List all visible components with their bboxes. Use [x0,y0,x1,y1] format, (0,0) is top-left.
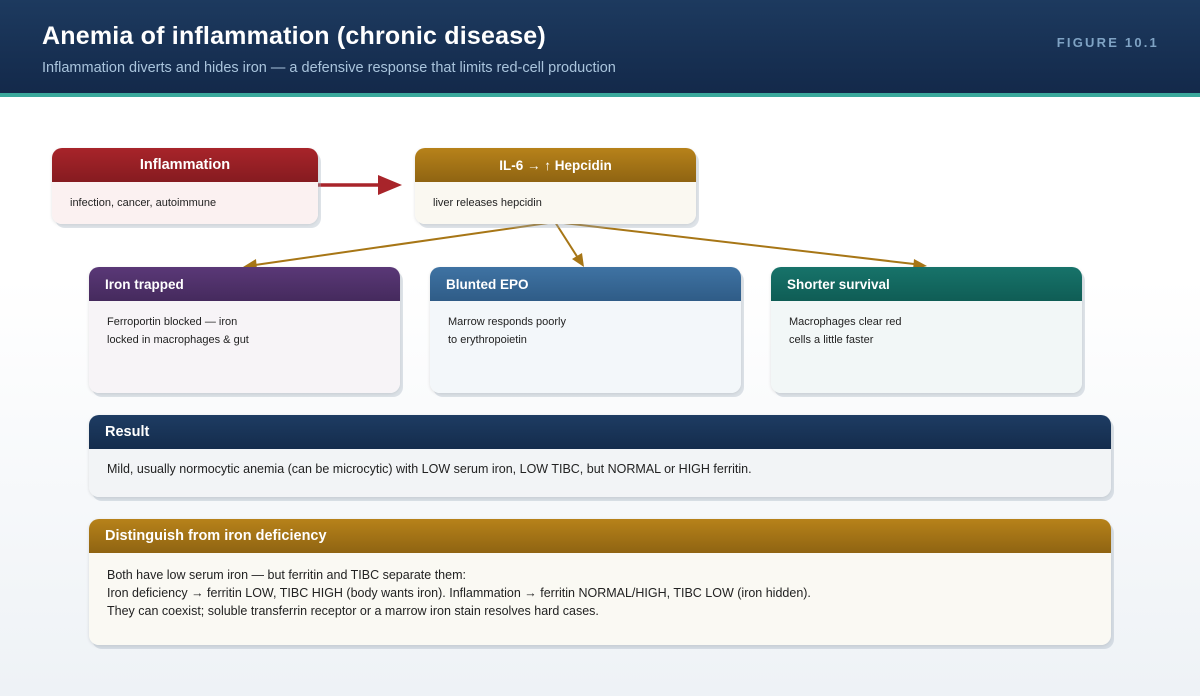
node-inflammation-title: Inflammation [52,148,318,182]
distinguish-panel: Distinguish from iron deficiency Both ha… [89,519,1111,645]
result-text: Mild, usually normocytic anemia (can be … [107,462,752,476]
distinguish-body: Both have low serum iron — but ferritin … [89,553,1111,645]
header-accent-rule [0,93,1200,97]
distinguish-line-2: Iron deficiency → ferritin LOW, TIBC HIG… [107,586,811,600]
node-shorter-survival: Shorter survival Macrophages clear red c… [771,267,1082,393]
node-inflammation-body: infection, cancer, autoimmune [52,182,318,224]
node-hepcidin: IL-6 → ↑ Hepcidin liver releases hepcidi… [415,148,696,224]
node-iron-trapped-line-1: Ferroportin blocked — iron [107,316,238,328]
arrow-inflammation-to-hepcidin [318,175,402,195]
node-iron-trapped: Iron trapped Ferroportin blocked — iron … [89,267,400,393]
header-banner: Anemia of inflammation (chronic disease)… [0,0,1200,93]
result-body: Mild, usually normocytic anemia (can be … [89,449,1111,497]
node-blunted-epo-line-1: Marrow responds poorly [448,316,566,328]
node-iron-trapped-line-2: locked in macrophages & gut [107,333,249,346]
arrow-hepcidin-to-blunted-epo [554,221,584,267]
node-blunted-epo: Blunted EPO Marrow responds poorly to er… [430,267,741,393]
result-title: Result [89,415,1111,449]
result-panel: Result Mild, usually normocytic anemia (… [89,415,1111,497]
node-shorter-survival-line-1: Macrophages clear red [789,316,902,328]
node-shorter-survival-line-2: cells a little faster [789,333,874,346]
page-title: Anemia of inflammation (chronic disease) [42,22,546,50]
node-hepcidin-text: liver releases hepcidin [433,197,542,209]
node-inflammation: Inflammation infection, cancer, autoimmu… [52,148,318,224]
node-hepcidin-body: liver releases hepcidin [415,182,696,224]
node-shorter-survival-title: Shorter survival [771,267,1082,301]
node-hepcidin-title: IL-6 → ↑ Hepcidin [415,148,696,182]
node-blunted-epo-title: Blunted EPO [430,267,741,301]
node-blunted-epo-line-2: to erythropoietin [448,333,527,346]
node-iron-trapped-body: Ferroportin blocked — iron locked in mac… [89,301,400,393]
node-iron-trapped-title: Iron trapped [89,267,400,301]
arrow-hepcidin-to-iron-trapped [243,221,556,270]
node-blunted-epo-body: Marrow responds poorly to erythropoietin [430,301,741,393]
distinguish-line-3: They can coexist; soluble transferrin re… [107,604,599,618]
distinguish-title: Distinguish from iron deficiency [89,519,1111,553]
node-inflammation-text: infection, cancer, autoimmune [70,197,217,209]
distinguish-line-1: Both have low serum iron — but ferritin … [107,568,466,582]
figure-label: FIGURE 10.1 [1056,35,1159,50]
node-shorter-survival-body: Macrophages clear red cells a little fas… [771,301,1082,393]
arrow-hepcidin-to-shorter-survival [554,221,927,270]
page-subtitle: Inflammation diverts and hides iron — a … [42,60,616,76]
